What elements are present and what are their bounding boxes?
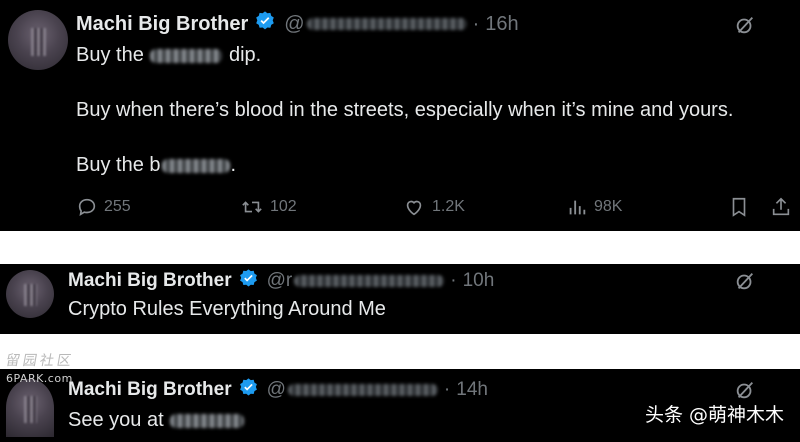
views-icon (569, 200, 586, 215)
repost-button[interactable]: 102 (240, 196, 297, 218)
author-name[interactable]: Machi Big Brother (76, 13, 248, 36)
author-handle[interactable]: @ (284, 13, 304, 36)
watermark-site: 6PARK.com (6, 372, 73, 385)
tweet-2[interactable]: Machi Big Brother @r · 10h Crypto Rules … (0, 264, 800, 334)
reply-count: 255 (104, 198, 131, 215)
avatar[interactable] (6, 270, 54, 318)
redacted-word (161, 158, 230, 173)
repost-icon (242, 201, 262, 213)
tweet-1[interactable]: Machi Big Brother @ · 16h Buy the dip. B… (0, 0, 800, 231)
tweet-line-2: Buy when there’s blood in the streets, e… (76, 99, 734, 121)
author-watermark: 头条 @萌神木木 (644, 404, 784, 426)
tweet-time[interactable]: 14h (456, 379, 488, 401)
redacted-handle (294, 275, 445, 287)
grok-icon[interactable] (734, 14, 756, 41)
repost-count: 102 (270, 198, 297, 215)
tweet-header: Machi Big Brother @r · 10h (68, 268, 494, 294)
verified-badge-icon (238, 268, 259, 295)
tweet-line-1: Buy the dip. (76, 44, 261, 67)
tweet-actions: 255 102 1.2K 98K (76, 196, 796, 224)
like-button[interactable]: 1.2K (402, 196, 465, 218)
reply-icon (78, 198, 96, 216)
grok-icon[interactable] (734, 270, 756, 297)
avatar[interactable] (6, 379, 54, 437)
author-name[interactable]: Machi Big Brother (68, 379, 232, 401)
separator-dot: · (472, 12, 480, 35)
author-handle[interactable]: @ (267, 379, 286, 401)
share-icon (772, 197, 790, 216)
verified-badge-icon (254, 10, 276, 38)
redacted-word (170, 413, 245, 428)
redacted-handle (287, 384, 438, 396)
separator-dot: · (450, 270, 457, 291)
like-count: 1.2K (432, 198, 465, 215)
tweet-line-3: Buy the b. (76, 154, 236, 177)
tweet-text-row: See you at (68, 409, 245, 432)
like-icon (406, 200, 422, 216)
author-handle[interactable]: @r (267, 270, 293, 292)
author-name[interactable]: Machi Big Brother (68, 270, 232, 292)
tweet-time[interactable]: 16h (485, 13, 518, 36)
tweet-text: Buy the b (76, 154, 161, 176)
tweet-time[interactable]: 10h (463, 270, 495, 292)
site-watermark: 留园社区 6PARK.com (4, 350, 88, 385)
redacted-word (150, 48, 223, 63)
tweet-text: Crypto Rules Everything Around Me (68, 298, 386, 320)
watermark-glyphs: 留园社区 (4, 353, 76, 369)
reply-button[interactable]: 255 (76, 196, 131, 218)
tweet-text: . (230, 154, 237, 176)
views-count: 98K (594, 198, 623, 215)
tweet-header: Machi Big Brother @ · 14h (68, 377, 488, 403)
share-button[interactable] (770, 196, 792, 218)
tweet-text: dip. (228, 44, 262, 66)
views-button[interactable]: 98K (566, 196, 622, 218)
tweet-text: See you at (68, 409, 164, 431)
tweet-header: Machi Big Brother @ · 16h (76, 10, 519, 38)
avatar[interactable] (8, 10, 68, 70)
redacted-handle (306, 18, 467, 30)
separator-dot: · (443, 379, 451, 400)
tweet-text: Buy the (76, 44, 144, 66)
bookmark-icon (732, 197, 746, 217)
bookmark-button[interactable] (728, 196, 750, 218)
verified-badge-icon (238, 377, 259, 404)
